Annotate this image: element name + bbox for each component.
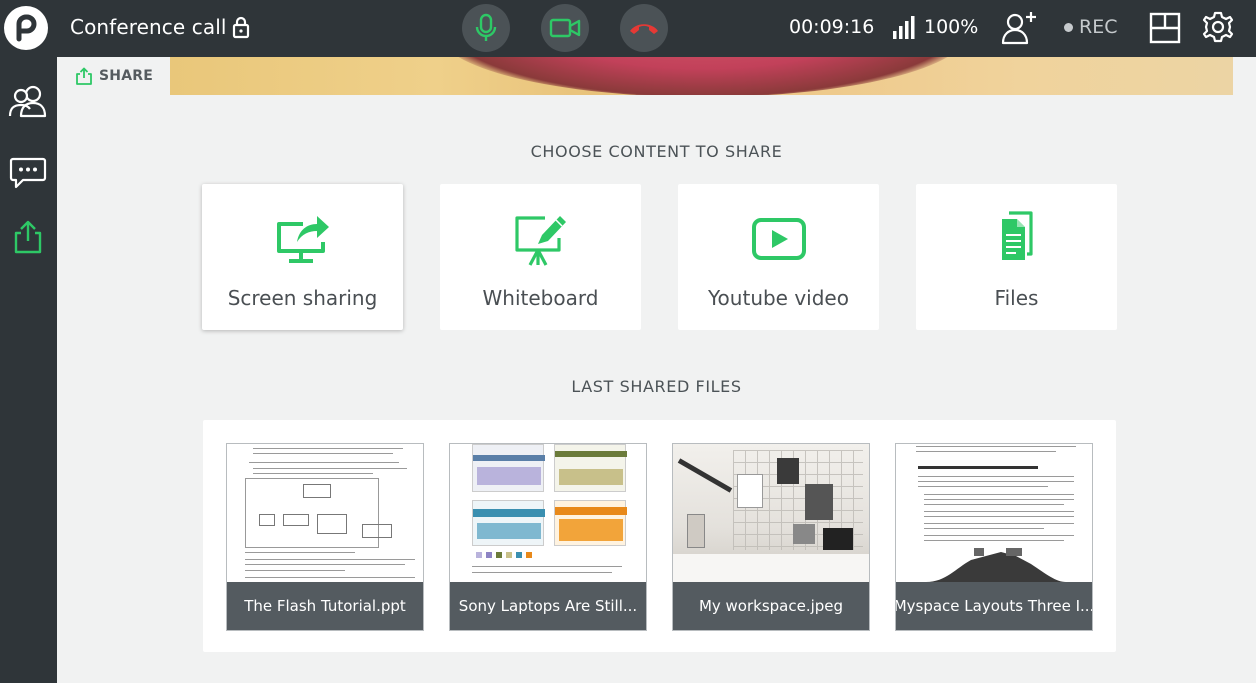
last-shared-files-heading: LAST SHARED FILES: [571, 377, 742, 396]
shared-file-item[interactable]: My workspace.jpeg: [672, 443, 870, 631]
participants-icon: [8, 85, 47, 118]
whiteboard-icon: [514, 216, 566, 266]
signal-percentage: 100%: [924, 16, 979, 38]
files-label: Files: [994, 286, 1039, 310]
shared-file-item[interactable]: Myspace Layouts Three I...: [895, 443, 1093, 631]
layout-icon[interactable]: [1149, 12, 1181, 44]
youtube-video-card[interactable]: Youtube video: [678, 184, 879, 330]
microphone-icon: [475, 13, 497, 41]
last-shared-files-panel: The Flash Tutorial.ppt Sony Laptops Are …: [203, 420, 1116, 652]
screen-sharing-label: Screen sharing: [227, 286, 378, 310]
settings-gear-icon[interactable]: [1201, 10, 1235, 44]
video-preview-strip: [170, 57, 1233, 95]
video-participant-image: [438, 57, 968, 95]
share-tab-icon: [76, 67, 92, 85]
lock-icon: [232, 16, 250, 39]
files-icon: [1001, 211, 1033, 260]
whiteboard-card[interactable]: Whiteboard: [440, 184, 641, 330]
chat-icon: [9, 157, 47, 189]
file-thumbnail: [227, 444, 423, 582]
logo-icon: [16, 14, 37, 42]
shared-file-item[interactable]: Sony Laptops Are Still...: [449, 443, 647, 631]
top-bar: Conference call 00:09:16 100% REC: [0, 0, 1256, 57]
end-call-button[interactable]: [620, 4, 668, 52]
file-thumbnail: [450, 444, 646, 582]
sidebar-item-share[interactable]: [6, 215, 50, 259]
share-upload-icon: [14, 220, 42, 254]
signal-strength-icon: [893, 16, 915, 39]
file-name: Myspace Layouts Three I...: [896, 582, 1092, 630]
microphone-button[interactable]: [462, 4, 510, 52]
screen-sharing-card[interactable]: Screen sharing: [202, 184, 403, 330]
record-dot-icon: [1064, 22, 1073, 32]
file-name: My workspace.jpeg: [673, 582, 869, 630]
sidebar-item-chat[interactable]: [6, 151, 50, 195]
call-timer: 00:09:16: [789, 16, 875, 38]
video-camera-icon: [549, 18, 581, 38]
left-sidebar: [0, 57, 57, 683]
app-logo[interactable]: [4, 6, 48, 50]
youtube-icon: [751, 218, 806, 260]
share-heading: CHOOSE CONTENT TO SHARE: [530, 142, 783, 161]
shared-file-item[interactable]: The Flash Tutorial.ppt: [226, 443, 424, 631]
youtube-video-label: Youtube video: [708, 286, 849, 310]
files-card[interactable]: Files: [916, 184, 1117, 330]
file-name: The Flash Tutorial.ppt: [227, 582, 423, 630]
file-name: Sony Laptops Are Still...: [450, 582, 646, 630]
file-thumbnail: [673, 444, 869, 582]
hang-up-icon: [630, 24, 658, 34]
screen-share-icon: [276, 216, 329, 263]
tab-share-label: SHARE: [99, 68, 153, 84]
camera-button[interactable]: [541, 4, 589, 52]
record-label: REC: [1079, 16, 1118, 38]
add-user-icon[interactable]: [1000, 10, 1038, 46]
record-button[interactable]: REC: [1064, 16, 1117, 38]
sidebar-item-participants[interactable]: [6, 79, 50, 123]
file-thumbnail: [896, 444, 1092, 582]
tab-share[interactable]: SHARE: [57, 57, 170, 95]
call-title: Conference call: [70, 15, 227, 39]
whiteboard-label: Whiteboard: [482, 286, 599, 310]
